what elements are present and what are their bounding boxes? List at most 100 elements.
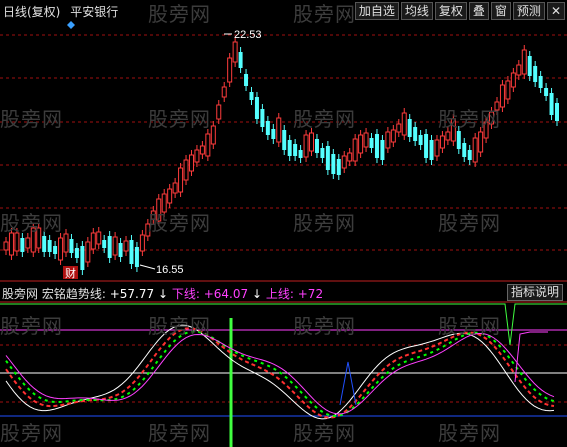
candle-down [293,144,298,156]
watermark: 股旁网 [148,2,211,26]
candle-down [424,134,429,158]
watermark: 股旁网 [0,314,63,338]
watermark: 股旁网 [438,314,501,338]
candle-up [505,80,511,100]
down-arrow-icon: ↓ [251,287,263,301]
candle-up [199,145,205,155]
spike-magenta [514,331,548,383]
indicator-main-value: +57.77 [109,287,155,301]
candle-up [516,64,522,76]
candle-down [418,135,423,145]
candle-up [139,234,145,252]
candle-up [221,86,227,98]
candle-down [462,143,467,157]
up-line-value: +72 [297,287,324,301]
down-line-value: +64.07 [203,287,249,301]
candle-up [352,138,358,162]
candle-down [118,243,123,257]
candle-down [74,248,79,258]
candle-down [298,150,303,158]
candle-down [527,56,532,76]
candle-up [499,84,505,108]
low-price-label: 16.55 [156,264,184,276]
candle-down [20,238,25,252]
candle-down [282,130,287,150]
watermark: 股旁网 [148,107,211,131]
indicator-name[interactable]: 宏铭趋势线: [42,287,106,301]
candle-down [549,93,554,115]
candle-down [107,236,112,258]
candle-up [96,231,102,245]
candle-down [238,52,243,68]
candle-down [53,246,58,254]
down-arrow-icon: ↓ [157,287,169,301]
candle-down [129,240,134,264]
candle-down [320,148,325,158]
candle-down [374,134,379,158]
candle-down [265,121,270,135]
candle-down [538,76,543,88]
candle-up [216,104,222,120]
indicator-source: 股旁网 [2,287,39,301]
candle-up [194,149,200,163]
candle-down [533,66,538,82]
candle-up [205,133,211,157]
candle-down [244,74,249,86]
candle-up [183,159,189,181]
watermark: 股旁网 [438,421,501,445]
watermark: 股旁网 [293,211,356,235]
down-line-label: 下线: [171,287,200,301]
candle-up [385,131,391,149]
candle-up [178,167,184,193]
watermark: 股旁网 [0,211,63,235]
candle-down [456,131,461,149]
candle-up [521,49,527,75]
finance-marker-label[interactable]: 财 [65,266,76,280]
candle-up [390,129,396,143]
candle-down [325,146,330,170]
candle-down [314,139,319,153]
candle-down [249,92,254,100]
indicator-help-button[interactable]: 指标说明 [506,284,563,301]
candle-down [429,140,434,160]
candle-up [112,236,118,256]
watermark: 股旁网 [148,314,211,338]
candle-up [510,72,516,88]
candle-down [380,140,385,160]
watermark: 股旁网 [293,2,356,26]
candle-up [358,134,364,154]
candlestick-series [3,37,559,275]
candle-down [407,119,412,137]
candle-down [80,246,85,270]
candle-up [8,232,14,256]
candle-down [555,103,559,121]
candle-up [347,152,353,162]
candle-up [401,112,407,136]
candle-down [69,239,74,253]
candle-up [167,188,173,204]
watermark: 股旁网 [293,421,356,445]
candle-up [303,134,309,158]
candle-down [134,247,139,267]
candle-down [47,240,52,252]
high-price-label: 22.53 [234,29,262,41]
candle-down [42,236,47,252]
candle-up [3,241,9,251]
candle-down [331,154,336,174]
candle-up [276,117,282,143]
trend-line-green [5,330,555,418]
candle-down [467,150,472,160]
candle-up [123,240,129,252]
candle-up [227,57,233,83]
watermark: 股旁网 [438,107,501,131]
candle-up [439,135,445,149]
up-line-label: 上线: [265,287,294,301]
candle-up [472,137,478,163]
candle-up [58,237,64,261]
candle-down [271,129,276,139]
candle-down [287,140,292,156]
diamond-icon [67,21,75,29]
watermark: 股旁网 [0,107,63,131]
candle-down [369,138,374,148]
candle-down [544,88,549,96]
